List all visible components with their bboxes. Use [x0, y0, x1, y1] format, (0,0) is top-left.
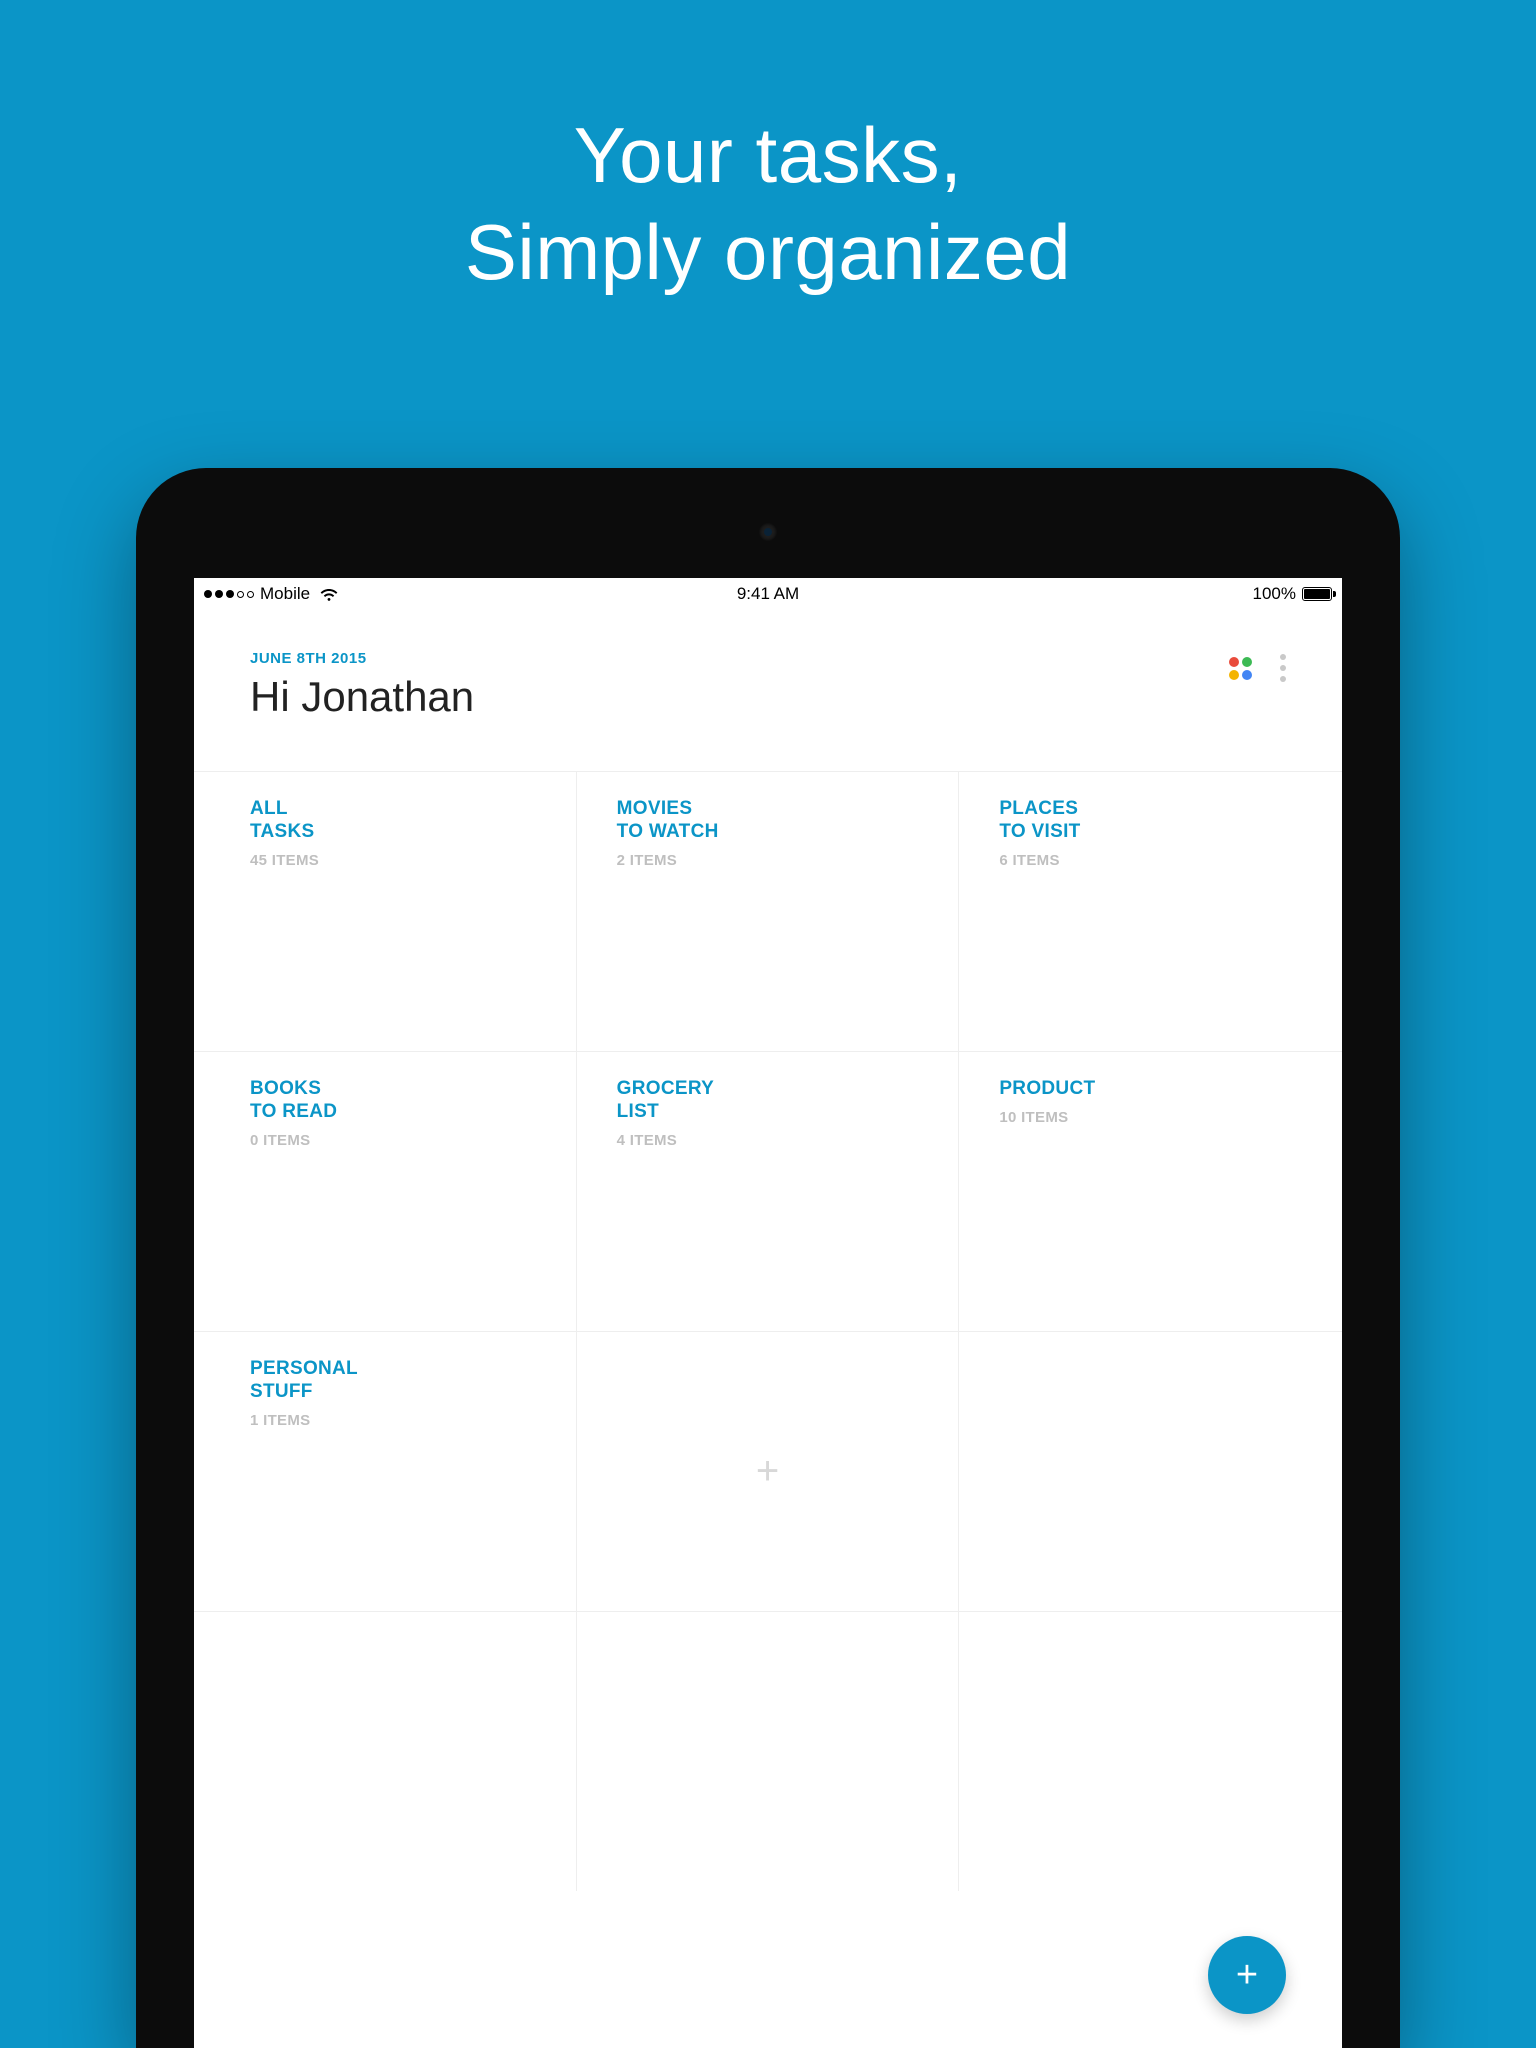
list-title-line: TASKS — [250, 821, 314, 842]
list-item-count: 10 ITEMS — [999, 1109, 1342, 1126]
plus-icon: + — [756, 1449, 779, 1494]
app-screen: Mobile 9:41 AM 100% JUNE 8TH 2015 Hi Jon… — [194, 578, 1342, 2048]
plus-icon: + — [1236, 1954, 1258, 1997]
app-header: JUNE 8TH 2015 Hi Jonathan — [194, 610, 1342, 741]
list-item-count: 4 ITEMS — [617, 1132, 959, 1149]
list-title-line: PERSONAL — [250, 1358, 358, 1379]
list-item-count: 2 ITEMS — [617, 852, 959, 869]
wifi-icon — [320, 587, 338, 601]
list-card-places[interactable]: PLACESTO VISIT 6 ITEMS — [959, 771, 1342, 1051]
hero-line-2-rest: organized — [702, 208, 1071, 296]
list-title-line: ALL — [250, 798, 288, 819]
hero-headline: Your tasks, Simply organized — [0, 0, 1536, 298]
list-card-personal[interactable]: PERSONALSTUFF 1 ITEMS — [194, 1331, 577, 1611]
more-menu-icon[interactable] — [1280, 654, 1286, 682]
signal-dots-icon — [204, 590, 254, 598]
add-list-cell[interactable]: + — [577, 1331, 960, 1611]
device-frame: Mobile 9:41 AM 100% JUNE 8TH 2015 Hi Jon… — [136, 468, 1400, 2048]
empty-cell — [577, 1611, 960, 1891]
list-card-product[interactable]: PRODUCT 10 ITEMS — [959, 1051, 1342, 1331]
empty-cell — [959, 1611, 1342, 1891]
status-bar-time: 9:41 AM — [737, 584, 799, 604]
list-item-count: 6 ITEMS — [999, 852, 1342, 869]
empty-cell — [194, 1611, 577, 1891]
list-title-line: PRODUCT — [999, 1078, 1095, 1099]
device-camera — [759, 523, 777, 541]
hero-line-2: Simply organized — [0, 207, 1536, 298]
list-title-line: TO WATCH — [617, 821, 719, 842]
list-card-movies[interactable]: MOVIESTO WATCH 2 ITEMS — [577, 771, 960, 1051]
list-title-line: TO READ — [250, 1101, 337, 1122]
status-bar-left: Mobile — [204, 584, 338, 604]
header-date: JUNE 8TH 2015 — [250, 650, 474, 667]
header-greeting: Hi Jonathan — [250, 673, 474, 721]
list-title-line: BOOKS — [250, 1078, 321, 1099]
list-item-count: 45 ITEMS — [250, 852, 576, 869]
empty-cell — [959, 1331, 1342, 1611]
add-task-fab[interactable]: + — [1208, 1936, 1286, 2014]
list-title-line: STUFF — [250, 1381, 313, 1402]
list-item-count: 1 ITEMS — [250, 1412, 576, 1429]
list-item-count: 0 ITEMS — [250, 1132, 576, 1149]
list-card-books[interactable]: BOOKSTO READ 0 ITEMS — [194, 1051, 577, 1331]
list-title-line: TO VISIT — [999, 821, 1080, 842]
hero-line-2-strong: Simply — [465, 208, 702, 296]
battery-percent: 100% — [1253, 584, 1296, 604]
carrier-label: Mobile — [260, 584, 310, 604]
battery-icon — [1302, 587, 1332, 601]
status-bar-right: 100% — [1253, 584, 1332, 604]
list-title-line: LIST — [617, 1101, 659, 1122]
list-title-line: MOVIES — [617, 798, 693, 819]
list-title-line: PLACES — [999, 798, 1078, 819]
list-card-grocery[interactable]: GROCERYLIST 4 ITEMS — [577, 1051, 960, 1331]
status-bar: Mobile 9:41 AM 100% — [194, 578, 1342, 610]
app-grid-icon[interactable] — [1229, 657, 1252, 680]
list-title-line: GROCERY — [617, 1078, 714, 1099]
lists-grid: ALLTASKS 45 ITEMS MOVIESTO WATCH 2 ITEMS… — [194, 771, 1342, 1891]
list-card-all-tasks[interactable]: ALLTASKS 45 ITEMS — [194, 771, 577, 1051]
hero-line-1: Your tasks, — [0, 110, 1536, 201]
